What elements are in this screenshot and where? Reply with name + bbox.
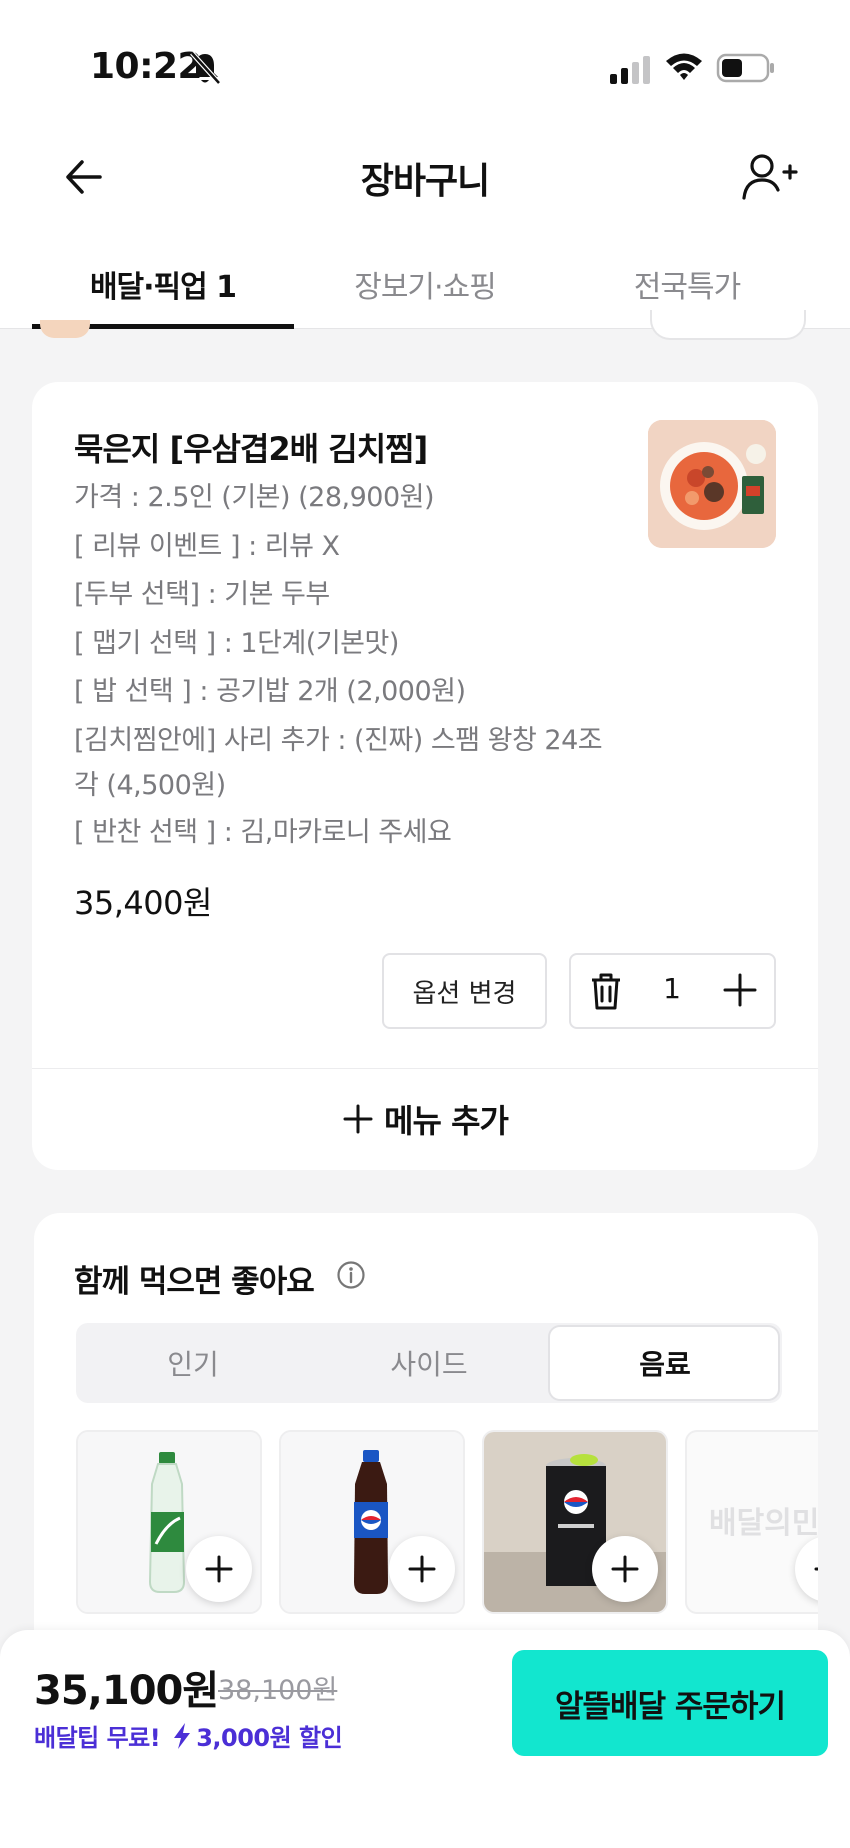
info-icon[interactable] bbox=[336, 1260, 366, 1290]
add-menu-button[interactable]: 메뉴 추가 bbox=[32, 1070, 818, 1168]
tab-nationwide-deals[interactable]: 전국특가 bbox=[556, 262, 818, 306]
option-line: [ 밥 선택 ] : 공기밥 2개 (2,000원) bbox=[74, 676, 466, 707]
add-product-button[interactable] bbox=[186, 1536, 252, 1602]
add-product-button[interactable] bbox=[592, 1536, 658, 1602]
tab-grocery-shopping[interactable]: 장보기·쇼핑 bbox=[294, 262, 556, 306]
option-line: [두부 선택] : 기본 두부 bbox=[74, 579, 330, 610]
product-card[interactable] bbox=[482, 1430, 668, 1614]
free-delivery-label: 배달팁 무료! bbox=[34, 1724, 161, 1752]
menu-item-name: 묵은지 [우삼겹2배 김치찜] bbox=[74, 430, 428, 468]
promo-text: 배달팁 무료! 3,000원 할인 bbox=[34, 1718, 343, 1753]
status-time: 10:22 bbox=[90, 46, 203, 87]
store-thumbnail-peek bbox=[40, 320, 90, 338]
plus-icon[interactable] bbox=[720, 970, 760, 1010]
option-line: 가격 : 2.5인 (기본) (28,900원) bbox=[74, 482, 435, 513]
item-price: 35,400원 bbox=[74, 884, 212, 922]
divider bbox=[32, 1068, 818, 1069]
person-add-icon[interactable] bbox=[740, 150, 798, 204]
product-card[interactable] bbox=[279, 1430, 465, 1614]
change-option-button[interactable]: 옵션 변경 bbox=[382, 953, 547, 1029]
segment-side[interactable]: 사이드 bbox=[312, 1343, 546, 1383]
bell-muted-icon bbox=[190, 51, 221, 85]
store-button-peek[interactable] bbox=[650, 310, 806, 340]
tab-delivery-pickup[interactable]: 배달·픽업 1 bbox=[32, 262, 294, 306]
segment-drinks[interactable]: 음료 bbox=[548, 1343, 782, 1383]
plus-icon bbox=[408, 1555, 436, 1583]
option-line: 각 (4,500원) bbox=[74, 770, 226, 801]
original-price: 38,100원 bbox=[218, 1675, 338, 1706]
plus-icon bbox=[814, 1567, 818, 1571]
option-line: [ 맵기 선택 ] : 1단계(기본맛) bbox=[74, 628, 399, 659]
trash-icon[interactable] bbox=[586, 970, 626, 1012]
product-card[interactable] bbox=[76, 1430, 262, 1614]
add-menu-label: 메뉴 추가 bbox=[384, 1102, 509, 1140]
menu-item-image bbox=[648, 420, 776, 548]
page-title: 장바구니 bbox=[360, 161, 490, 202]
signal-icon bbox=[610, 56, 650, 84]
plus-icon bbox=[205, 1555, 233, 1583]
recommendation-title: 함께 먹으면 좋아요 bbox=[74, 1264, 315, 1300]
lightning-icon bbox=[174, 1722, 191, 1749]
option-line: [김치찜안에] 사리 추가 : (진짜) 스팸 왕창 24조 bbox=[74, 725, 603, 756]
add-product-button[interactable] bbox=[795, 1536, 818, 1602]
product-card[interactable]: 배달의민족 bbox=[685, 1430, 818, 1614]
plus-icon bbox=[611, 1555, 639, 1583]
option-line: [ 반찬 선택 ] : 김,마카로니 주세요 bbox=[74, 817, 452, 848]
option-line: [ 리뷰 이벤트 ] : 리뷰 X bbox=[74, 531, 340, 562]
total-price: 35,100원 bbox=[34, 1668, 219, 1714]
segment-popular[interactable]: 인기 bbox=[76, 1343, 310, 1383]
battery-icon bbox=[716, 53, 774, 83]
order-button[interactable]: 알뜰배달 주문하기 bbox=[512, 1650, 828, 1756]
discount-label: 3,000원 할인 bbox=[196, 1724, 343, 1752]
quantity-value: 1 bbox=[663, 972, 681, 1005]
wifi-icon bbox=[666, 53, 702, 80]
kimchi-stew-photo-icon bbox=[648, 420, 776, 548]
placeholder-logo: 배달의민족 bbox=[709, 1506, 818, 1541]
plus-icon bbox=[343, 1104, 373, 1134]
add-product-button[interactable] bbox=[389, 1536, 455, 1602]
